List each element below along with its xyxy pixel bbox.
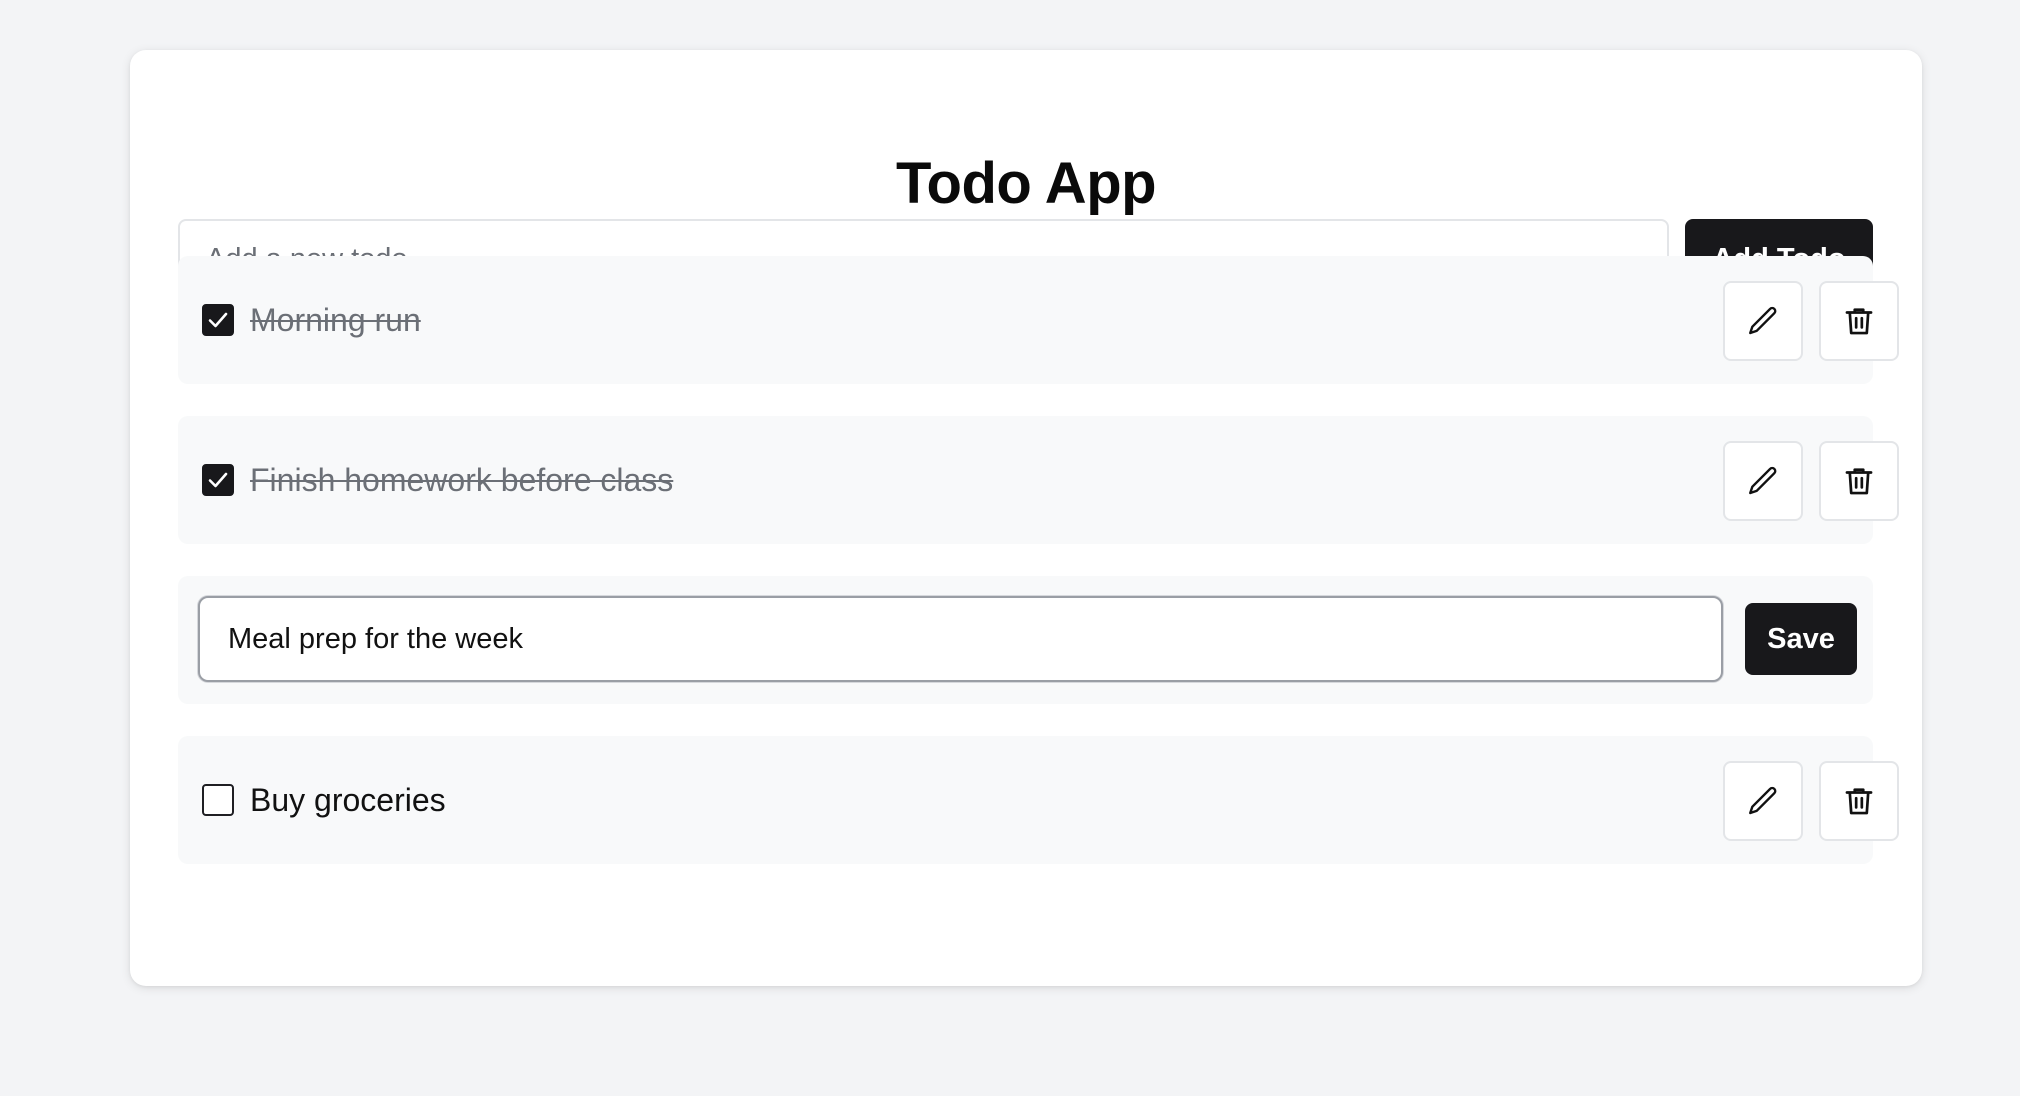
- edit-todo-input[interactable]: [198, 596, 1723, 682]
- todo-item-editing: Save: [178, 576, 1873, 704]
- trash-icon: [1845, 308, 1873, 335]
- pencil-icon: [1749, 466, 1777, 495]
- trash-icon: [1845, 788, 1873, 815]
- todo-text: Finish homework before class: [250, 462, 674, 498]
- page-title: Todo App: [895, 151, 1157, 216]
- todo-checkbox[interactable]: [202, 464, 234, 496]
- edit-todo-button[interactable]: [1723, 761, 1803, 841]
- pencil-icon: [1749, 786, 1777, 815]
- todo-text: Buy groceries: [250, 782, 446, 818]
- delete-todo-button[interactable]: [1819, 441, 1899, 521]
- todo-item: Morning run: [178, 256, 1899, 384]
- checkmark-icon: [208, 312, 228, 328]
- todo-checkbox[interactable]: [202, 784, 234, 816]
- todo-text: Morning run: [250, 302, 421, 338]
- delete-todo-button[interactable]: [1819, 761, 1899, 841]
- edit-todo-button[interactable]: [1723, 441, 1803, 521]
- todo-item: Buy groceries: [178, 736, 1899, 864]
- todo-checkbox[interactable]: [202, 304, 234, 336]
- pencil-icon: [1749, 306, 1777, 335]
- save-button[interactable]: Save: [1745, 603, 1857, 675]
- edit-todo-button[interactable]: [1723, 281, 1803, 361]
- checkmark-icon: [208, 472, 228, 488]
- todo-card: Todo App Add Todo Morning run Finish hom…: [130, 50, 1922, 986]
- trash-icon: [1845, 468, 1873, 495]
- todo-item: Finish homework before class: [178, 416, 1899, 544]
- delete-todo-button[interactable]: [1819, 281, 1899, 361]
